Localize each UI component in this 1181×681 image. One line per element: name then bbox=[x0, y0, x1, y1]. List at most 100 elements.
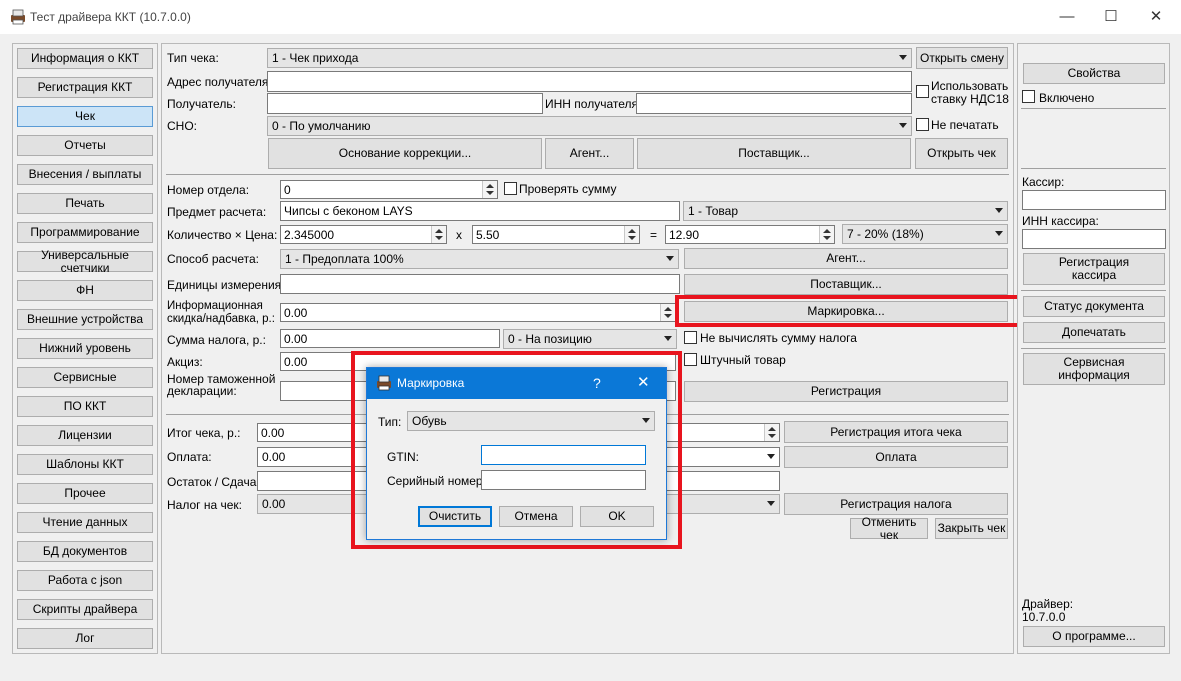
sidebar-item[interactable]: Шаблоны ККТ bbox=[17, 454, 153, 475]
receipt-type-select[interactable]: 1 - Чек прихода bbox=[267, 48, 912, 68]
subject-type-select[interactable]: 1 - Товар bbox=[683, 201, 1008, 221]
service-info-button[interactable]: Сервисная информация bbox=[1023, 353, 1165, 385]
sidebar-item[interactable]: Лог bbox=[17, 628, 153, 649]
recipient-input[interactable] bbox=[267, 93, 543, 114]
about-button[interactable]: О программе... bbox=[1023, 626, 1165, 647]
vat-select[interactable]: 7 - 20% (18%) bbox=[842, 224, 1008, 244]
chevron-down-icon bbox=[666, 256, 674, 261]
sidebar-item[interactable]: Прочее bbox=[17, 483, 153, 504]
sidebar-item[interactable]: ПО ККТ bbox=[17, 396, 153, 417]
spin-icon[interactable] bbox=[764, 424, 779, 441]
tax-mode-select[interactable]: 0 - На позицию bbox=[503, 329, 677, 349]
recipient-address-input[interactable] bbox=[267, 71, 912, 92]
recipient-label: Получатель: bbox=[167, 97, 236, 111]
serial-input[interactable] bbox=[481, 470, 646, 490]
chevron-down-icon bbox=[642, 418, 650, 423]
sidebar-item[interactable]: Чтение данных bbox=[17, 512, 153, 533]
quantity-input[interactable]: 2.345000 bbox=[280, 225, 447, 244]
chevron-down-icon bbox=[995, 208, 1003, 213]
sidebar-item[interactable]: Информация о ККТ bbox=[17, 48, 153, 69]
piece-goods-checkbox[interactable] bbox=[684, 353, 697, 366]
sidebar-item[interactable]: Чек bbox=[17, 106, 153, 127]
maximize-icon[interactable]: ☐ bbox=[1091, 4, 1131, 30]
payment-method-value: 1 - Предоплата 100% bbox=[285, 252, 404, 266]
tax-sum-input[interactable]: 0.00 bbox=[280, 329, 500, 348]
discount-input[interactable]: 0.00 bbox=[280, 303, 676, 322]
sidebar-item[interactable]: Внешние устройства bbox=[17, 309, 153, 330]
sidebar-item[interactable]: БД документов bbox=[17, 541, 153, 562]
correction-basis-button[interactable]: Основание коррекции... bbox=[268, 138, 542, 169]
sidebar-item[interactable]: Печать bbox=[17, 193, 153, 214]
close-icon[interactable]: ✕ bbox=[637, 373, 650, 391]
units-input[interactable] bbox=[280, 274, 680, 294]
clear-button[interactable]: Очистить bbox=[418, 506, 492, 527]
help-icon[interactable]: ? bbox=[593, 375, 601, 391]
doc-status-button[interactable]: Статус документа bbox=[1023, 296, 1165, 317]
subject-input[interactable]: Чипсы с беконом LAYS bbox=[280, 201, 680, 221]
sidebar-item[interactable]: Регистрация ККТ bbox=[17, 77, 153, 98]
sidebar-item[interactable]: Отчеты bbox=[17, 135, 153, 156]
cancel-receipt-button[interactable]: Отменить чек bbox=[850, 515, 928, 541]
spin-icon[interactable] bbox=[431, 226, 446, 243]
close-receipt-button[interactable]: Закрыть чек bbox=[935, 518, 1008, 539]
item-register-button[interactable]: Регистрация bbox=[684, 381, 1008, 402]
spin-icon[interactable] bbox=[819, 226, 834, 243]
sidebar-item[interactable]: Нижний уровень bbox=[17, 338, 153, 359]
price-value: 5.50 bbox=[476, 228, 500, 242]
spin-icon[interactable] bbox=[660, 304, 675, 321]
sidebar-item[interactable]: Скрипты драйвера bbox=[17, 599, 153, 620]
spin-icon[interactable] bbox=[482, 181, 497, 198]
sidebar-item[interactable]: Лицензии bbox=[17, 425, 153, 446]
payment-method-select[interactable]: 1 - Предоплата 100% bbox=[280, 249, 679, 269]
register-tax-button[interactable]: Регистрация налога bbox=[784, 493, 1008, 515]
properties-button[interactable]: Свойства bbox=[1023, 63, 1165, 84]
payment-value: 0.00 bbox=[262, 450, 286, 464]
item-supplier-button[interactable]: Поставщик... bbox=[684, 274, 1008, 295]
total-label: Итог чека, р.: bbox=[167, 426, 241, 440]
cashier-inn-input[interactable] bbox=[1022, 229, 1166, 249]
payment-button[interactable]: Оплата bbox=[784, 446, 1008, 468]
dialog-type-value: Обувь bbox=[412, 414, 447, 428]
sno-select[interactable]: 0 - По умолчанию bbox=[267, 116, 912, 136]
recipient-inn-input[interactable] bbox=[636, 93, 912, 114]
department-value: 0 bbox=[284, 183, 291, 197]
no-calc-tax-checkbox[interactable] bbox=[684, 331, 697, 344]
gtin-input[interactable] bbox=[481, 445, 646, 465]
dialog-cancel-button[interactable]: Отмена bbox=[499, 506, 573, 527]
close-icon[interactable]: ✕ bbox=[1136, 4, 1176, 30]
department-input[interactable]: 0 bbox=[280, 180, 498, 199]
excise-label: Акциз: bbox=[167, 355, 203, 369]
dialog-ok-button[interactable]: OK bbox=[580, 506, 654, 527]
minimize-icon[interactable]: — bbox=[1047, 4, 1087, 30]
agent-button[interactable]: Агент... bbox=[545, 138, 634, 169]
sidebar-item[interactable]: Сервисные bbox=[17, 367, 153, 388]
dialog-type-select[interactable]: Обувь bbox=[407, 411, 655, 431]
no-print-checkbox[interactable] bbox=[916, 118, 929, 131]
marking-highlight bbox=[675, 295, 1024, 327]
check-sum-checkbox[interactable] bbox=[504, 182, 517, 195]
spin-icon[interactable] bbox=[624, 226, 639, 243]
item-total-value: 12.90 bbox=[669, 228, 700, 242]
qty-price-label: Количество × Цена: bbox=[167, 228, 278, 242]
register-total-button[interactable]: Регистрация итога чека bbox=[784, 421, 1008, 443]
sidebar-item[interactable]: Работа с json bbox=[17, 570, 153, 591]
cashier-input[interactable] bbox=[1022, 190, 1166, 210]
item-total-input[interactable]: 12.90 bbox=[665, 225, 835, 244]
open-shift-button[interactable]: Открыть смену bbox=[916, 47, 1008, 69]
sidebar-item[interactable]: Универсальные счетчики bbox=[17, 248, 153, 274]
register-cashier-button[interactable]: Регистрация кассира bbox=[1023, 253, 1165, 285]
price-input[interactable]: 5.50 bbox=[472, 225, 640, 244]
enabled-checkbox[interactable] bbox=[1022, 90, 1035, 103]
use-vat18-checkbox[interactable] bbox=[916, 85, 929, 98]
item-agent-button[interactable]: Агент... bbox=[684, 248, 1008, 269]
sidebar-item[interactable]: ФН bbox=[17, 280, 153, 301]
supplier-button[interactable]: Поставщик... bbox=[637, 138, 911, 169]
chevron-down-icon bbox=[767, 501, 775, 506]
sidebar-item[interactable]: Программирование bbox=[17, 222, 153, 243]
equals-sign: = bbox=[650, 228, 658, 242]
payment-label: Оплата: bbox=[167, 450, 212, 464]
open-receipt-button[interactable]: Открыть чек bbox=[915, 138, 1008, 169]
reprint-button[interactable]: Допечатать bbox=[1023, 322, 1165, 343]
chevron-down-icon bbox=[664, 336, 672, 341]
sidebar-item[interactable]: Внесения / выплаты bbox=[17, 164, 153, 185]
